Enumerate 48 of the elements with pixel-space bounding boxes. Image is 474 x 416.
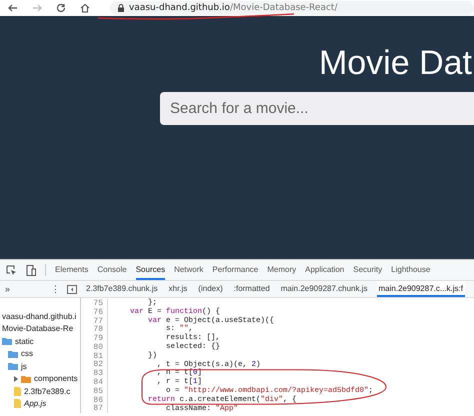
line-number: 82 [81, 360, 108, 370]
url-text: vaasu-dhand.github.io/Movie-Database-React/ [129, 3, 338, 13]
tree-item[interactable]: vaasu-dhand.github.i [2, 312, 76, 321]
device-icon[interactable] [26, 264, 36, 276]
file-tab[interactable]: xhr.js [166, 281, 190, 297]
line-number: 78 [81, 325, 108, 334]
line-number: 84 [81, 378, 108, 388]
line-number: 85 [81, 386, 108, 396]
line-number: 75 [81, 298, 108, 308]
tree-item[interactable]: components [34, 374, 78, 384]
devtools-tab[interactable]: Network [174, 260, 204, 280]
line-number: 87 [81, 404, 108, 414]
line-number: 83 [81, 369, 108, 378]
file-tab[interactable]: :formatted [232, 281, 272, 297]
lock-icon [118, 4, 124, 12]
search-field[interactable]: Search for a movie... [160, 92, 474, 125]
devtools-tab[interactable]: Security [353, 260, 382, 280]
devtools-tab[interactable]: Memory [267, 260, 296, 280]
back-icon[interactable] [8, 3, 18, 13]
tree-item[interactable]: css [21, 349, 33, 358]
line-number: 77 [81, 316, 108, 326]
devtools-tab[interactable]: Elements [55, 260, 88, 280]
app-title: Movie Dat [318, 44, 473, 83]
file-tab[interactable]: (index) [196, 281, 225, 297]
devtools-tab[interactable]: Lighthouse [391, 260, 430, 280]
reload-icon[interactable] [56, 3, 66, 13]
menu-glyph[interactable]: ⋮ [51, 284, 60, 294]
tree-item[interactable]: js [21, 362, 27, 371]
devtools-tab[interactable]: Performance [212, 260, 258, 280]
file-tab[interactable]: main.2e909287.c...k.js:f [376, 281, 465, 297]
tree-item[interactable]: Movie-Database-Re [2, 324, 74, 334]
tree-item[interactable]: App.js [24, 399, 46, 408]
file-tab[interactable]: main.2e909287.chunk.js [278, 281, 370, 297]
line-number: 79 [81, 334, 108, 344]
devtools-tab[interactable]: Console [97, 260, 127, 280]
more-tabs-glyph[interactable]: » [5, 284, 10, 294]
line-number: 81 [81, 352, 108, 361]
address-bar[interactable]: vaasu-dhand.github.io/Movie-Database-React/ [110, 1, 474, 15]
line-number: 76 [81, 308, 108, 317]
home-icon[interactable] [80, 3, 90, 13]
devtools-tab[interactable]: Application [305, 260, 344, 280]
tree-item[interactable]: 2.3fb7e389.c [24, 386, 70, 396]
tree-item[interactable]: static [15, 336, 34, 346]
sidebar-toggle-icon[interactable] [67, 284, 78, 294]
line-number: 86 [81, 396, 108, 405]
line-number: 80 [81, 342, 108, 352]
file-tab[interactable]: 2.3fb7e389.chunk.js [84, 281, 160, 297]
inspect-icon[interactable] [6, 264, 17, 276]
